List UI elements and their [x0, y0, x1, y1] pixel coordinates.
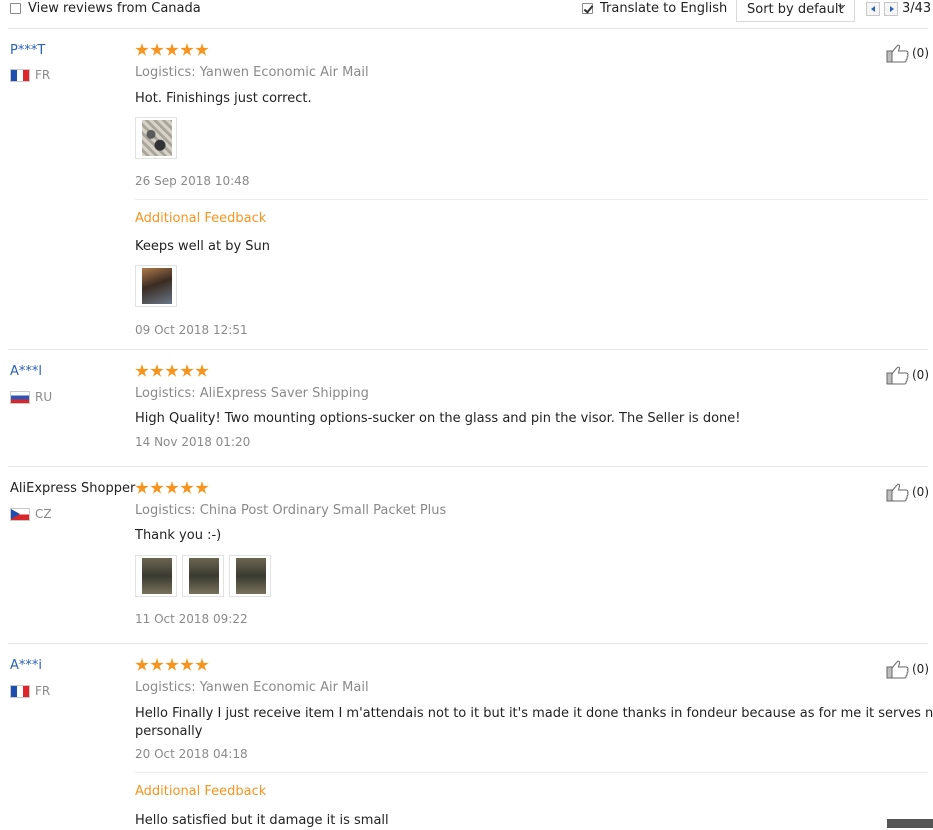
flag-cz-icon: [10, 508, 30, 521]
next-page-button[interactable]: [884, 2, 898, 16]
star-icon: [195, 364, 209, 377]
sort-dropdown-label: Sort by default: [747, 2, 844, 17]
review-photo-thumbnail[interactable]: [135, 555, 177, 597]
like-count: (0): [912, 368, 929, 382]
star-rating: [135, 658, 210, 674]
logistics-info: Logistics: Yanwen Economic Air Mail: [135, 65, 369, 80]
additional-feedback-text: Hello satisfied but it damage it is smal…: [135, 813, 389, 828]
thumbs-up-icon[interactable]: [886, 482, 910, 502]
view-canada-checkbox[interactable]: [10, 3, 21, 14]
star-icon: [195, 43, 209, 56]
star-icon: [150, 43, 164, 56]
country-code: RU: [35, 390, 53, 404]
review-filter-bar: View reviews from Canada Translate to En…: [0, 0, 933, 22]
star-icon: [165, 658, 179, 671]
review-date: 14 Nov 2018 01:20: [135, 435, 251, 449]
back-to-top-button[interactable]: [887, 819, 933, 828]
review-text: High Quality! Two mounting options-sucke…: [135, 411, 741, 426]
star-icon: [165, 364, 179, 377]
star-icon: [135, 658, 149, 671]
star-icon: [195, 658, 209, 671]
additional-feedback-label: Additional Feedback: [135, 784, 267, 799]
star-icon: [180, 364, 194, 377]
additional-feedback-text: Keeps well at by Sun: [135, 239, 271, 254]
reviewer-name[interactable]: P***T: [10, 43, 45, 58]
additional-feedback-label: Additional Feedback: [135, 211, 267, 226]
star-icon: [180, 43, 194, 56]
star-icon: [135, 43, 149, 56]
star-icon: [135, 481, 149, 494]
like-count: (0): [912, 46, 929, 60]
divider: [8, 28, 928, 29]
flag-fr-icon: [10, 685, 30, 698]
country-code: FR: [35, 68, 51, 82]
arrow-right-icon: [890, 6, 894, 12]
review-date: 11 Oct 2018 09:22: [135, 612, 248, 626]
page-indicator: 3/43: [902, 1, 932, 16]
divider: [135, 772, 928, 773]
review-divider: [8, 466, 928, 467]
review-text: Hot. Finishings just correct.: [135, 91, 312, 106]
review-photo-thumbnail[interactable]: [182, 555, 224, 597]
arrow-left-icon: [871, 6, 875, 12]
star-rating: [135, 481, 210, 497]
country-code: CZ: [35, 507, 52, 521]
additional-feedback-date: 09 Oct 2018 12:51: [135, 323, 248, 337]
star-icon: [135, 364, 149, 377]
thumbs-up-icon[interactable]: [886, 365, 910, 385]
view-canada-label[interactable]: View reviews from Canada: [28, 1, 201, 16]
thumbs-up-icon[interactable]: [886, 43, 910, 63]
thumbs-up-icon[interactable]: [886, 659, 910, 679]
star-icon: [165, 43, 179, 56]
reviewer-name[interactable]: A***l: [10, 364, 42, 379]
review-text: Thank you :-): [135, 528, 222, 543]
star-rating: [135, 43, 210, 59]
star-icon: [195, 481, 209, 494]
star-icon: [150, 481, 164, 494]
star-rating: [135, 364, 210, 380]
flag-fr-icon: [10, 69, 30, 82]
prev-page-button[interactable]: [866, 2, 880, 16]
logistics-info: Logistics: Yanwen Economic Air Mail: [135, 680, 369, 695]
logistics-info: Logistics: AliExpress Saver Shipping: [135, 386, 369, 401]
reviewer-name[interactable]: AliExpress Shopper: [10, 481, 135, 496]
like-count: (0): [912, 485, 929, 499]
review-text-line1: Hello Finally I just receive item I m'at…: [135, 706, 933, 721]
review-divider: [8, 349, 928, 350]
review-date: 20 Oct 2018 04:18: [135, 747, 248, 761]
star-icon: [150, 364, 164, 377]
translate-label[interactable]: Translate to English: [600, 1, 727, 16]
review-photo-thumbnail[interactable]: [135, 117, 177, 159]
country-code: FR: [35, 684, 51, 698]
review-date: 26 Sep 2018 10:48: [135, 174, 250, 188]
review-photo-thumbnail[interactable]: [135, 265, 177, 307]
star-icon: [180, 658, 194, 671]
review-text-line2: personally: [135, 724, 203, 739]
review-divider: [8, 643, 928, 644]
star-icon: [180, 481, 194, 494]
star-icon: [165, 481, 179, 494]
logistics-info: Logistics: China Post Ordinary Small Pac…: [135, 503, 447, 518]
divider: [135, 199, 928, 200]
reviewer-name[interactable]: A***i: [10, 658, 42, 673]
flag-ru-icon: [10, 391, 30, 404]
translate-checkbox[interactable]: [582, 3, 593, 14]
star-icon: [150, 658, 164, 671]
sort-dropdown[interactable]: Sort by default: [736, 0, 855, 22]
review-photo-thumbnail[interactable]: [229, 555, 271, 597]
like-count: (0): [912, 662, 929, 676]
